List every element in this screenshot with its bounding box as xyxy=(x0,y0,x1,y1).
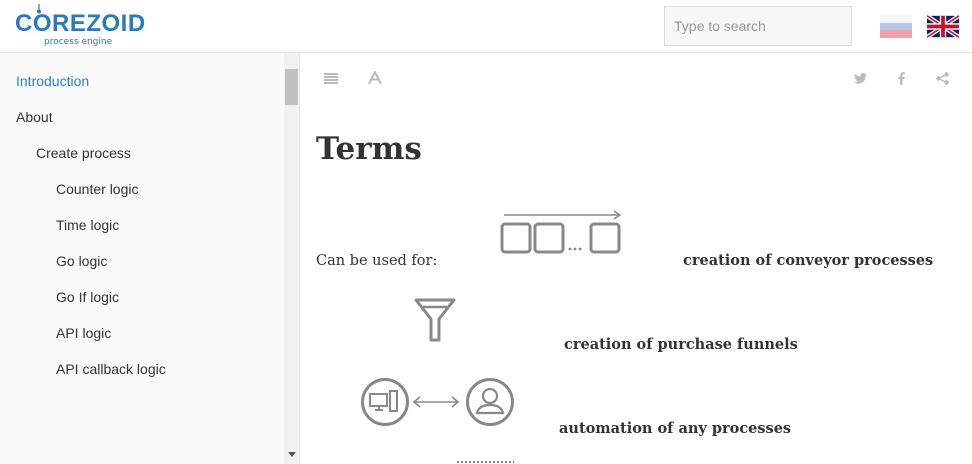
main-content: Terms Can be used for: creation of conve… xyxy=(301,53,972,464)
sidebar-nav: Introduction About Create process Counte… xyxy=(0,53,300,464)
term-automation-processes: automation of any processes xyxy=(559,420,792,437)
dotted-line-icon xyxy=(457,461,514,463)
conveyor-illustration-icon xyxy=(500,210,622,254)
facebook-icon[interactable] xyxy=(892,69,910,87)
sidebar-item-about[interactable]: About xyxy=(16,109,53,125)
logo-subtitle: process engine xyxy=(44,37,113,47)
search-input[interactable] xyxy=(664,6,852,46)
font-icon[interactable] xyxy=(366,69,384,87)
british-flag-icon[interactable] xyxy=(927,15,959,38)
page-title: Terms xyxy=(316,131,422,167)
sidebar-item-time-logic[interactable]: Time logic xyxy=(56,217,119,233)
logo-wordmark: COREZOID xyxy=(15,10,146,37)
sidebar-item-counter-logic[interactable]: Counter logic xyxy=(56,181,139,197)
share-icon[interactable] xyxy=(933,69,951,87)
corezoid-logo[interactable]: COREZOID process engine xyxy=(14,4,146,50)
funnel-icon xyxy=(414,298,456,342)
sidebar-item-api-logic[interactable]: API logic xyxy=(56,325,111,341)
sidebar-item-go-if-logic[interactable]: Go If logic xyxy=(56,289,119,305)
term-purchase-funnels: creation of purchase funnels xyxy=(564,336,798,353)
scroll-down-arrow-icon[interactable] xyxy=(284,447,299,462)
scrollbar-thumb[interactable] xyxy=(285,69,298,105)
sidebar-item-api-callback-logic[interactable]: API callback logic xyxy=(56,361,166,377)
sidebar-item-introduction[interactable]: Introduction xyxy=(16,73,89,89)
computer-user-exchange-icon xyxy=(361,378,514,426)
russian-flag-icon[interactable] xyxy=(880,15,912,38)
sidebar-item-go-logic[interactable]: Go logic xyxy=(56,253,107,269)
top-header: COREZOID process engine xyxy=(0,0,972,53)
term-conveyor-processes: creation of conveyor processes xyxy=(683,252,934,269)
twitter-icon[interactable] xyxy=(851,69,869,87)
sidebar-scrollbar[interactable] xyxy=(284,53,299,464)
used-for-label: Can be used for: xyxy=(316,253,438,269)
sidebar-item-create-process[interactable]: Create process xyxy=(36,145,131,161)
menu-icon[interactable] xyxy=(322,69,340,87)
